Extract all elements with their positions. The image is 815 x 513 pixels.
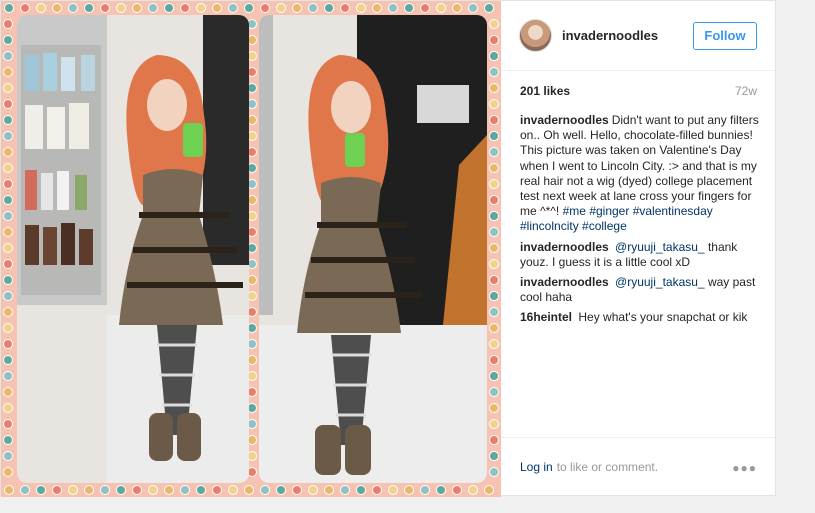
hashtag[interactable]: #ginger (589, 204, 629, 218)
caption-text: Didn't want to put any filters on.. Oh w… (520, 113, 759, 219)
comment-author[interactable]: invadernoodles (520, 240, 609, 254)
photo-panel-left (17, 15, 249, 483)
hashtag[interactable]: #lincolncity (520, 219, 579, 233)
comment-mention[interactable]: @ryuuji_takasu_ (615, 275, 705, 289)
comment: invadernoodles @ryuuji_takasu_ way past … (520, 275, 760, 305)
hashtag[interactable]: #college (582, 219, 627, 233)
more-options-icon[interactable]: ●●● (732, 461, 757, 475)
avatar[interactable] (519, 19, 552, 52)
likes-row: 201 likes 72w (520, 84, 757, 98)
hashtag[interactable]: #valentinesday (633, 204, 713, 218)
login-prompt-text: to like or comment. (556, 459, 659, 474)
post-footer: Log in to like or comment. ●●● (501, 437, 775, 495)
caption-author[interactable]: invadernoodles (520, 113, 609, 127)
hashtag[interactable]: #me (563, 204, 586, 218)
comment-author[interactable]: invadernoodles (520, 275, 609, 289)
comment-text: Hey what's your snapchat or kik (578, 310, 748, 325)
login-link[interactable]: Log in (520, 460, 553, 474)
follow-button[interactable]: Follow (693, 21, 757, 50)
post-time[interactable]: 72w (735, 84, 757, 98)
caption: invadernoodles Didn't want to put any fil… (520, 113, 760, 235)
comment-mention[interactable]: @ryuuji_takasu_ (615, 240, 705, 254)
photo-panel-right (259, 15, 487, 483)
instagram-post: invadernoodles Follow 201 likes 72w inva… (0, 0, 776, 497)
likes-count[interactable]: 201 likes (520, 84, 570, 98)
post-sidebar: invadernoodles Follow 201 likes 72w inva… (501, 1, 775, 495)
comment: 16heintel Hey what's your snapchat or ki… (520, 310, 760, 325)
post-header: invadernoodles Follow (501, 1, 775, 71)
post-photo[interactable] (1, 1, 501, 497)
comment: invadernoodles @ryuuji_takasu_ thank you… (520, 240, 760, 270)
username[interactable]: invadernoodles (562, 28, 693, 43)
comments-list: invadernoodles Didn't want to put any fil… (520, 113, 760, 331)
comment-author[interactable]: 16heintel (520, 310, 572, 324)
